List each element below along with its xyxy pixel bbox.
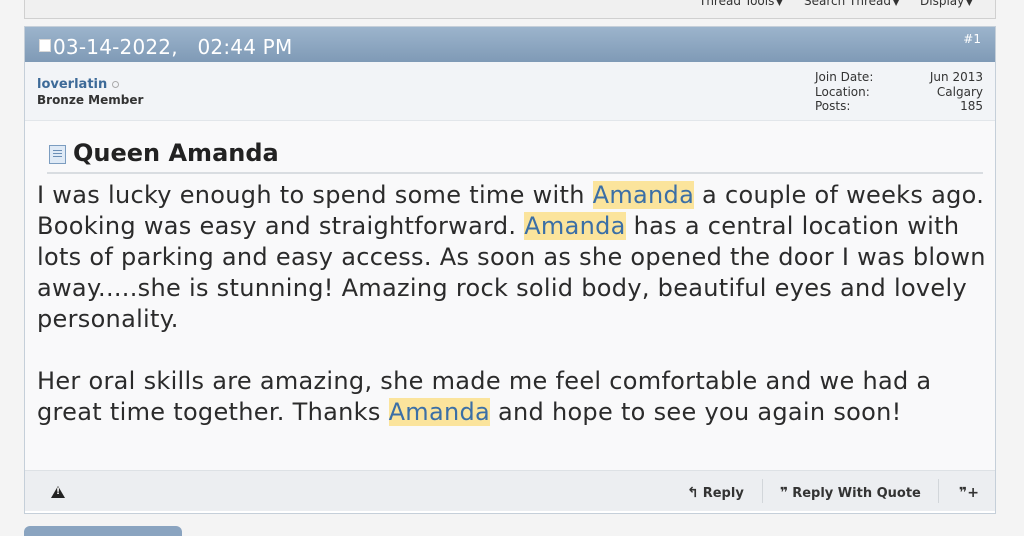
display-menu[interactable]: Display ▼ [920,0,972,8]
search-thread-menu[interactable]: Search Thread ▼ [804,0,899,8]
message-text: and hope to see you again soon! [490,398,902,426]
user-rank: Bronze Member [37,93,144,107]
footer-divider [938,479,939,503]
location-label: Location: [815,84,870,99]
join-date-row: Join Date: Jun 2013 [815,70,983,85]
reply-label: Reply [702,486,744,501]
reply-icon: ↰ [687,485,699,501]
post-header: 03-14-2022, 02:44 PM #1 [25,27,995,62]
next-post-header-edge [24,526,182,536]
caret-down-icon: ▼ [966,0,973,7]
caret-down-icon: ▼ [893,0,900,7]
message-paragraph: I was lucky enough to spend some time wi… [37,180,987,335]
reply-with-quote-label: Reply With Quote [792,486,921,501]
thread-tools-menu[interactable]: Thread Tools ▼ [699,0,783,8]
report-post-icon[interactable] [51,486,65,498]
username-link[interactable]: loverlatin [37,77,120,92]
post-time-value: 02:44 PM [197,35,293,59]
posts-row: Posts: 185 [815,99,983,114]
quote-bubble-icon: ❞ [780,485,789,501]
post-title-bar: Queen Amanda [47,139,983,174]
post-title: Queen Amanda [73,139,279,167]
location-value: Calgary [936,84,983,99]
thread-tools-label: Thread Tools [699,0,775,8]
footer-divider [762,479,763,503]
location-row: Location: Calgary [815,85,983,100]
document-icon [49,145,66,164]
display-label: Display [920,0,965,8]
post-status-icon [39,39,51,52]
post-date-value: 03-14-2022, [53,35,178,59]
post-content: Queen Amanda I was lucky enough to spend… [25,121,995,470]
join-date-label: Join Date: [815,70,874,84]
offline-status-icon [112,81,120,88]
post-footer: ↰Reply ❞Reply With Quote ❞+ [25,470,995,511]
post-message: I was lucky enough to spend some time wi… [37,180,987,428]
multi-quote-icon[interactable]: ❞+ [959,485,979,501]
post-date: 03-14-2022, 02:44 PM [53,35,292,59]
message-paragraph: Her oral skills are amazing, she made me… [37,366,987,428]
user-stats: Join Date: Jun 2013 Location: Calgary Post… [815,70,983,114]
posts-label: Posts: [815,99,851,113]
post-number-link[interactable]: #1 [963,32,981,46]
posts-value: 185 [960,99,983,113]
search-highlight: Amanda [524,212,626,240]
search-highlight: Amanda [592,181,695,209]
search-highlight: Amanda [388,398,491,426]
forum-post: 03-14-2022, 02:44 PM #1 loverlatin Bronz… [24,26,996,514]
message-text: I was lucky enough to spend some time wi… [37,181,593,209]
thread-toolbar: Thread Tools ▼ Search Thread ▼ Display ▼ [24,0,996,19]
reply-button[interactable]: ↰ Reply [687,485,744,501]
reply-with-quote-button[interactable]: ❞ Reply With Quote [780,485,921,501]
username-text: loverlatin [37,77,108,92]
caret-down-icon: ▼ [776,0,783,7]
user-info: loverlatin Bronze Member Join Date: Jun 2… [25,62,995,121]
join-date-value: Jun 2013 [929,70,983,84]
search-thread-label: Search Thread [804,0,891,8]
